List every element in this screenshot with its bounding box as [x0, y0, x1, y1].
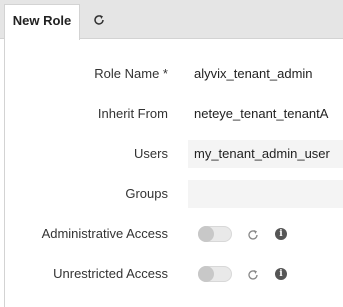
unrestricted-access-reset-button[interactable] — [247, 268, 261, 282]
users-row: Users my_tenant_admin_user — [0, 140, 343, 168]
groups-input[interactable] — [188, 180, 343, 208]
administrative-access-row: Administrative Access i — [0, 220, 343, 248]
administrative-access-reset-button[interactable] — [247, 228, 261, 242]
unrestricted-access-label: Unrestricted Access — [53, 266, 168, 281]
info-icon[interactable]: i — [275, 228, 287, 240]
tab-new-role[interactable]: New Role — [4, 4, 80, 40]
refresh-icon — [248, 270, 258, 280]
role-name-input[interactable]: alyvix_tenant_admin — [188, 60, 343, 88]
unrestricted-access-row: Unrestricted Access i — [0, 260, 343, 288]
users-label: Users — [134, 146, 168, 161]
refresh-icon — [248, 230, 258, 240]
role-name-row: Role Name * alyvix_tenant_admin — [0, 60, 343, 88]
users-input[interactable]: my_tenant_admin_user — [188, 140, 343, 168]
refresh-tab-button[interactable] — [88, 10, 110, 30]
info-icon[interactable]: i — [275, 268, 287, 280]
unrestricted-access-toggle[interactable] — [198, 266, 232, 282]
tab-bar: New Role — [0, 0, 343, 40]
groups-label: Groups — [125, 186, 168, 201]
administrative-access-toggle[interactable] — [198, 226, 232, 242]
inherit-from-label: Inherit From — [97, 106, 168, 121]
toggle-knob — [198, 266, 214, 282]
refresh-icon — [94, 15, 104, 25]
groups-row: Groups — [0, 180, 343, 208]
inherit-from-input[interactable]: neteye_tenant_tenantA — [188, 100, 343, 128]
administrative-access-label: Administrative Access — [41, 226, 168, 241]
role-name-label: Role Name * — [94, 66, 168, 81]
toggle-knob — [198, 226, 214, 242]
inherit-from-row: Inherit From neteye_tenant_tenantA — [0, 100, 343, 128]
role-form: Role Name * alyvix_tenant_admin Inherit … — [0, 40, 343, 307]
